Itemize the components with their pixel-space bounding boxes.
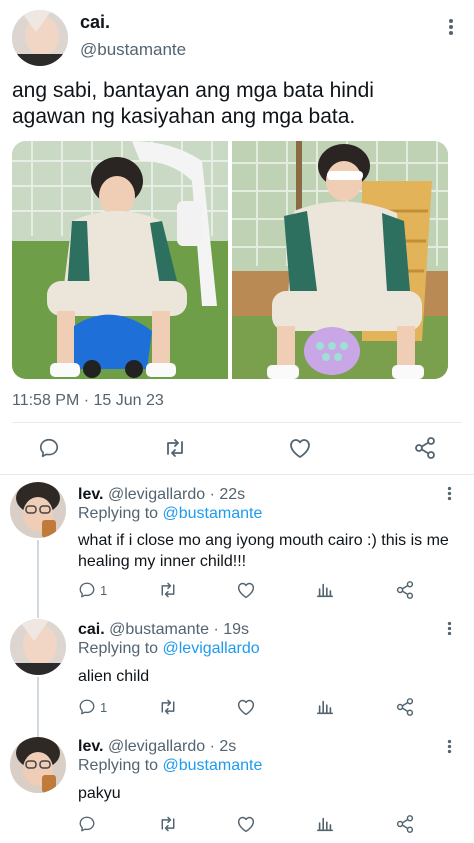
more-options-icon[interactable]	[447, 739, 452, 758]
share-icon[interactable]	[395, 698, 415, 716]
handle[interactable]: @levigallardo	[108, 738, 205, 755]
replying-to-link[interactable]: @bustamante	[163, 757, 263, 774]
reply-text: what if i close mo ang iyong mouth cairo…	[78, 532, 449, 570]
replying-label: Replying to	[78, 757, 159, 774]
separator-dot: ·	[209, 738, 215, 755]
display-name[interactable]: lev.	[78, 486, 104, 503]
tweet-timestamp[interactable]: 11:58 PM · 15 Jun 23	[12, 392, 164, 410]
media-photo-2[interactable]	[232, 141, 448, 379]
reply-header: lev. @levigallardo · 22s	[78, 486, 245, 504]
share-icon[interactable]	[395, 815, 415, 833]
reply-count: 1	[100, 699, 108, 715]
reply-age[interactable]: 22s	[219, 486, 245, 503]
like-icon[interactable]	[288, 437, 312, 459]
reply-tweet: lev. @levigallardo · 22s Replying to @bu…	[0, 480, 474, 610]
handle[interactable]: @bustamante	[109, 621, 209, 638]
more-options-icon[interactable]	[448, 18, 454, 40]
handle[interactable]: @levigallardo	[108, 486, 205, 503]
like-icon[interactable]	[236, 815, 256, 833]
reply-tweet: lev. @levigallardo · 2s Replying to @bus…	[0, 735, 474, 843]
media-photo-1[interactable]	[12, 141, 228, 379]
retweet-icon[interactable]	[158, 698, 178, 716]
reply-actions: 1	[78, 581, 438, 603]
analytics-icon[interactable]	[316, 698, 334, 716]
replying-to: Replying to @bustamante	[78, 757, 262, 775]
more-options-icon[interactable]	[447, 621, 452, 640]
reply-action[interactable]: 1	[78, 698, 107, 716]
display-name[interactable]: lev.	[78, 738, 104, 755]
share-icon[interactable]	[395, 581, 415, 599]
replying-label: Replying to	[78, 505, 159, 522]
separator-dot: ·	[213, 621, 219, 638]
retweet-icon[interactable]	[158, 815, 178, 833]
reply-age[interactable]: 19s	[223, 621, 249, 638]
retweet-icon[interactable]	[158, 581, 178, 599]
reply-tweet: cai. @bustamante · 19s Replying to @levi…	[0, 617, 474, 727]
analytics-icon[interactable]	[316, 581, 334, 599]
reply-icon[interactable]	[78, 815, 96, 833]
divider	[12, 422, 462, 423]
reply-icon	[79, 582, 95, 598]
replying-label: Replying to	[78, 640, 159, 657]
more-options-icon[interactable]	[447, 486, 452, 505]
display-name[interactable]: cai.	[80, 12, 110, 33]
reply-icon[interactable]	[38, 437, 60, 459]
media-grid[interactable]	[12, 141, 448, 379]
reply-action[interactable]: 1	[78, 581, 107, 599]
like-icon[interactable]	[236, 698, 256, 716]
tweet-text: ang sabi, bantayan ang mga bata hindi ag…	[12, 79, 374, 128]
reply-count: 1	[100, 582, 108, 598]
avatar[interactable]	[10, 619, 66, 675]
avatar[interactable]	[10, 482, 66, 538]
separator-dot: ·	[209, 486, 215, 503]
replying-to: Replying to @levigallardo	[78, 640, 260, 658]
reply-age[interactable]: 2s	[219, 738, 236, 755]
share-icon[interactable]	[413, 437, 437, 459]
display-name[interactable]: cai.	[78, 621, 105, 638]
analytics-icon[interactable]	[316, 815, 334, 833]
reply-icon	[79, 699, 95, 715]
reply-header: cai. @bustamante · 19s	[78, 621, 249, 639]
reply-actions: 1	[78, 698, 438, 720]
reply-actions	[78, 815, 438, 837]
like-icon[interactable]	[236, 581, 256, 599]
handle[interactable]: @bustamante	[80, 40, 186, 60]
replying-to-link[interactable]: @bustamante	[163, 505, 263, 522]
replying-to-link[interactable]: @levigallardo	[163, 640, 260, 657]
divider	[0, 474, 474, 475]
retweet-icon[interactable]	[163, 437, 187, 459]
replying-to: Replying to @bustamante	[78, 505, 262, 523]
reply-header: lev. @levigallardo · 2s	[78, 738, 236, 756]
reply-text: alien child	[78, 668, 150, 685]
tweet-actions	[0, 437, 474, 461]
avatar[interactable]	[12, 10, 68, 66]
avatar[interactable]	[10, 737, 66, 793]
reply-text: pakyu	[78, 785, 121, 802]
